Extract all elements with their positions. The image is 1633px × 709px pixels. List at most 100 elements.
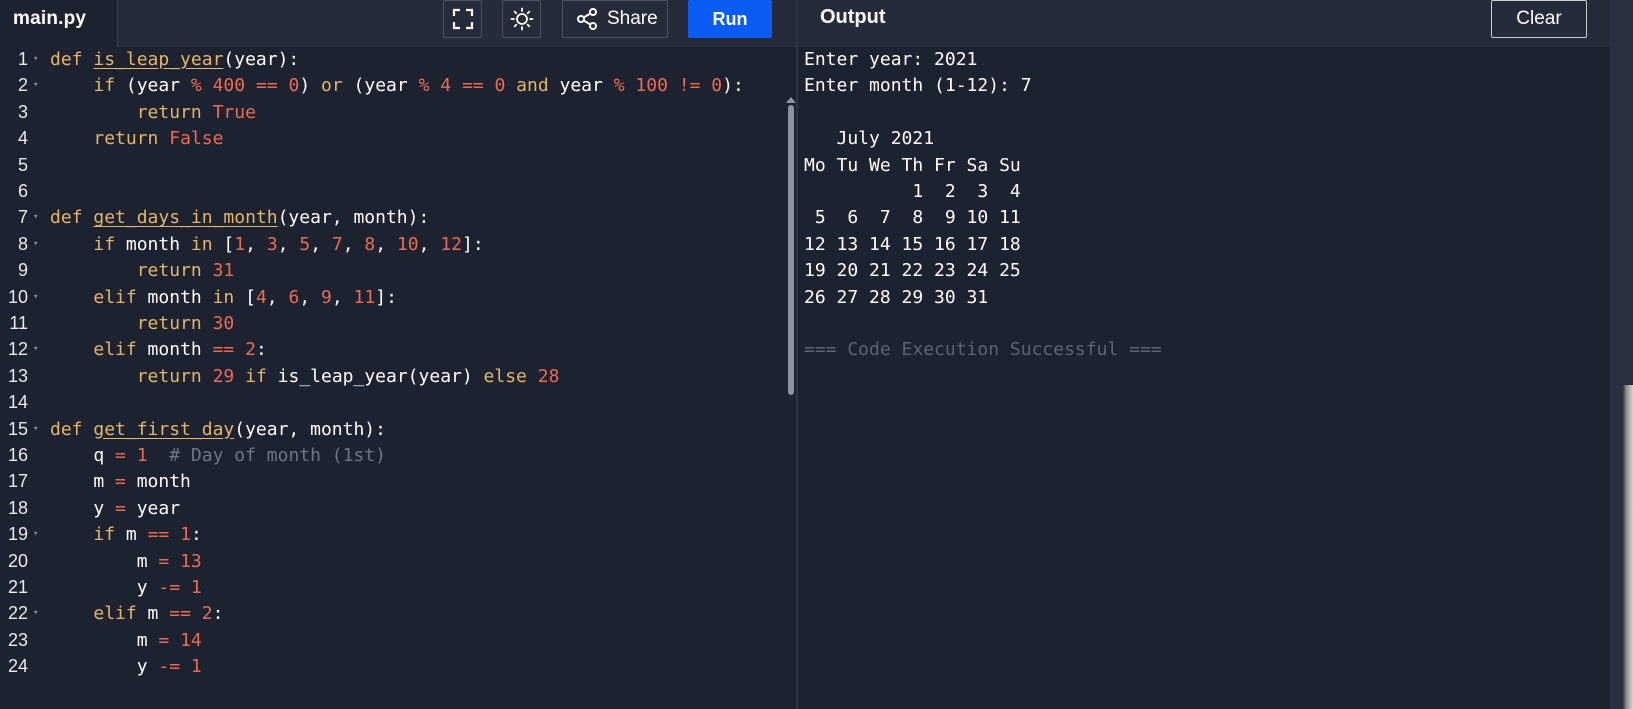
- code-line[interactable]: 7 ▾ def get_days_in_month(year, month):: [0, 204, 790, 231]
- output-panel-title: Output: [820, 6, 886, 28]
- line-number: 13: [7, 365, 28, 386]
- code-text: def get_first_day(year, month):: [50, 418, 386, 440]
- code-text: q = 1 # Day of month (1st): [50, 445, 386, 466]
- line-number: 9: [17, 260, 28, 281]
- line-number: 3: [17, 101, 28, 122]
- code-line[interactable]: 13 return 29 if is_leap_year(year) else …: [0, 363, 790, 390]
- line-number: 5: [17, 154, 28, 175]
- code-line[interactable]: 16 q = 1 # Day of month (1st): [0, 442, 790, 469]
- fold-arrow-icon[interactable]: ▾: [33, 600, 38, 627]
- line-number: 22: [7, 603, 28, 624]
- code-line[interactable]: 9 return 31: [0, 257, 790, 284]
- line-number: 14: [7, 392, 28, 413]
- code-line[interactable]: 4 return False: [0, 125, 790, 152]
- output-line: 5 6 7 8 9 10 11: [804, 207, 1021, 229]
- code-text: def is_leap_year(year):: [50, 49, 300, 70]
- line-number: 18: [7, 497, 28, 518]
- line-number: 1: [17, 49, 28, 69]
- fold-arrow-icon[interactable]: ▾: [33, 231, 38, 258]
- line-number: 17: [7, 471, 28, 492]
- code-line[interactable]: 6: [0, 178, 790, 205]
- output-line: Mo Tu We Th Fr Sa Su: [804, 154, 1021, 176]
- sun-icon: [510, 7, 533, 31]
- code-line[interactable]: 8 ▾ if month in [1, 3, 5, 7, 8, 10, 12]:: [0, 231, 790, 258]
- fold-arrow-icon[interactable]: ▾: [33, 204, 38, 231]
- code-text: return True: [136, 101, 256, 123]
- code-text: m = 14: [50, 629, 202, 651]
- code-line[interactable]: 15 ▾ def get_first_day(year, month):: [0, 416, 790, 443]
- toolbar: main.py Share Run Output Clear: [0, 0, 1633, 47]
- line-number: 12: [7, 339, 28, 360]
- output-line: Enter year: 2021: [804, 49, 978, 70]
- line-number: 15: [7, 418, 28, 439]
- code-line[interactable]: 11 return 30: [0, 310, 790, 337]
- line-number: 21: [7, 577, 28, 597]
- code-text: if (year % 400 == 0) or (year % 4 == 0 a…: [93, 75, 744, 97]
- fold-arrow-icon[interactable]: ▾: [33, 47, 38, 73]
- fold-arrow-icon[interactable]: ▾: [33, 72, 38, 99]
- share-icon: [577, 8, 597, 30]
- code-line[interactable]: 3 return True: [0, 99, 790, 126]
- output-line: 26 27 28 29 30 31: [804, 286, 989, 308]
- code-text: return 31: [136, 260, 235, 282]
- background-window-edge: [1622, 385, 1633, 709]
- output-line: 12 13 14 15 16 17 18: [804, 233, 1021, 255]
- run-button[interactable]: Run: [688, 0, 772, 38]
- fold-arrow-icon[interactable]: ▾: [33, 336, 38, 363]
- output-console: Enter year: 2021 Enter month (1-12): 7 Ju…: [798, 47, 1610, 709]
- line-number: 20: [7, 550, 28, 571]
- code-text: y -= 1: [50, 656, 202, 678]
- line-number: 10: [7, 286, 28, 307]
- line-number: 24: [7, 656, 28, 677]
- share-label: Share: [607, 8, 658, 29]
- code-line[interactable]: 24 y -= 1: [0, 653, 790, 680]
- code-text: return False: [93, 128, 224, 150]
- fold-arrow-icon[interactable]: ▾: [33, 521, 38, 548]
- code-text: y -= 1: [50, 577, 202, 598]
- code-text: y = year: [50, 497, 181, 519]
- line-number: 11: [9, 313, 28, 333]
- line-number: 23: [7, 629, 28, 650]
- output-line: 1 2 3 4: [804, 181, 1021, 202]
- line-number: 2: [17, 75, 28, 96]
- code-text: m = month: [50, 471, 191, 493]
- code-text: return 29 if is_leap_year(year) else 28: [136, 365, 560, 387]
- code-text: elif m == 2:: [93, 603, 224, 625]
- code-line[interactable]: 18 y = year: [0, 495, 790, 522]
- code-line[interactable]: 17 m = month: [0, 468, 790, 495]
- code-text: elif month in [4, 6, 9, 11]:: [93, 286, 397, 308]
- theme-toggle-button[interactable]: [502, 0, 541, 38]
- code-line[interactable]: 1 ▾ def is_leap_year(year):: [0, 47, 790, 73]
- execution-status-line: === Code Execution Successful ===: [804, 339, 1162, 361]
- output-line: Enter month (1-12): 7: [804, 75, 1032, 97]
- code-line[interactable]: 2 ▾ if (year % 400 == 0) or (year % 4 == …: [0, 72, 790, 99]
- line-number: 8: [17, 233, 28, 254]
- code-line[interactable]: 14: [0, 389, 790, 416]
- code-line[interactable]: 12 ▾ elif month == 2:: [0, 336, 790, 363]
- line-number: 4: [17, 128, 28, 149]
- code-line[interactable]: 19 ▾ if m == 1:: [0, 521, 790, 548]
- fold-arrow-icon[interactable]: ▾: [33, 284, 38, 311]
- line-number: 19: [7, 524, 28, 545]
- code-line[interactable]: 5: [0, 152, 790, 179]
- code-line[interactable]: 22 ▾ elif m == 2:: [0, 600, 790, 627]
- code-text: def get_days_in_month(year, month):: [50, 207, 430, 229]
- fullscreen-button[interactable]: [443, 0, 482, 38]
- share-button[interactable]: Share: [562, 0, 668, 38]
- code-editor[interactable]: 1 ▾ def is_leap_year(year): 2 ▾ if (year % 4…: [0, 47, 796, 709]
- code-line[interactable]: 21 y -= 1: [0, 574, 790, 601]
- code-text: if month in [1, 3, 5, 7, 8, 10, 12]:: [93, 233, 484, 255]
- line-number: 6: [17, 181, 28, 201]
- clear-button[interactable]: Clear: [1491, 0, 1587, 38]
- output-line: 19 20 21 22 23 24 25: [804, 260, 1021, 282]
- file-tab-main-py[interactable]: main.py: [0, 0, 118, 47]
- output-line: July 2021: [804, 128, 935, 150]
- fullscreen-icon: [452, 8, 473, 30]
- line-number: 7: [17, 207, 28, 228]
- code-text: if m == 1:: [93, 524, 202, 546]
- code-line[interactable]: 10 ▾ elif month in [4, 6, 9, 11]:: [0, 284, 790, 311]
- code-line[interactable]: 23 m = 14: [0, 627, 790, 654]
- fold-arrow-icon[interactable]: ▾: [33, 416, 38, 443]
- code-text: m = 13: [50, 550, 202, 572]
- code-line[interactable]: 20 m = 13: [0, 548, 790, 575]
